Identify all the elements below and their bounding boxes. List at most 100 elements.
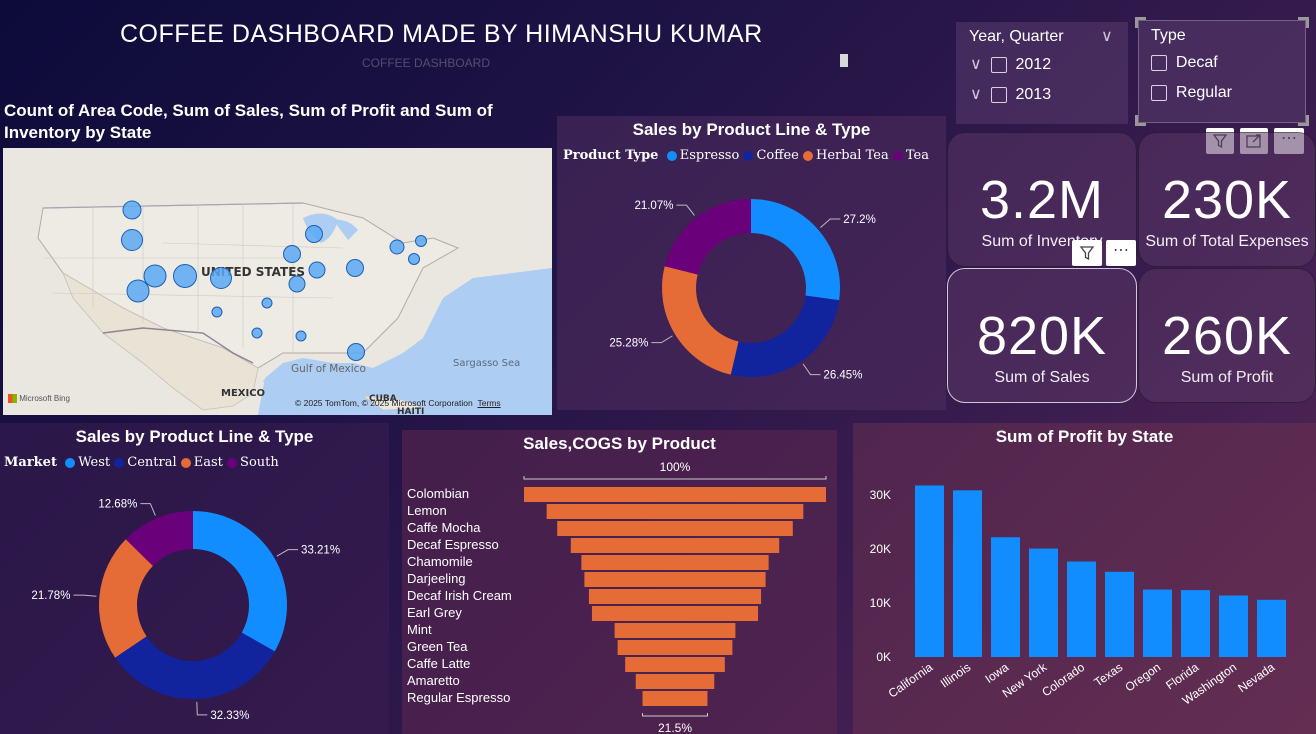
resize-handle[interactable] [1298,115,1309,126]
resize-handle[interactable] [1298,17,1309,28]
bar[interactable] [1029,548,1058,657]
map-bubble[interactable] [347,343,365,361]
map-bubble[interactable] [283,245,301,263]
funnel-bar[interactable] [557,521,793,536]
year-quarter-slicer[interactable]: Year, Quarter ∨ ∨ 2012 ∨ 2013 [956,22,1128,124]
kpi-card-sales[interactable]: 820K Sum of Sales [947,268,1137,403]
terms-link[interactable]: Terms [477,398,500,408]
kpi-label: Sum of Sales [994,369,1090,386]
bar[interactable] [1219,595,1248,657]
bar[interactable] [915,485,944,657]
leader-line [140,503,156,516]
donut-panel-market[interactable]: Sales by Product Line & Type Market West… [0,423,389,734]
kpi-value: 260K [1161,306,1293,366]
funnel-bar[interactable] [581,555,769,570]
data-label: 25.28% [609,338,648,350]
y-tick-label: 20K [870,542,891,556]
map-bubble[interactable] [126,279,150,303]
map-bubble[interactable] [173,264,197,288]
map-bubble[interactable] [308,261,326,279]
funnel-bottom-bracket [642,713,708,717]
bar[interactable] [1257,599,1286,657]
slicer-item-regular[interactable]: Regular [1151,84,1232,102]
funnel-bar[interactable] [588,589,762,604]
data-label: 33.21% [301,545,340,557]
checkbox[interactable] [1151,84,1167,101]
funnel-bar[interactable] [524,487,826,502]
map-bubble[interactable] [251,327,263,339]
funnel-bar[interactable] [642,691,708,706]
leader-line [651,335,673,344]
x-tick-label: Colorado [1039,660,1087,700]
funnel-bar[interactable] [584,572,766,587]
bar[interactable] [1105,571,1134,657]
bar[interactable] [991,537,1020,657]
donut-slice[interactable] [193,511,287,652]
page-subtitle: COFFEE DASHBOARD [362,56,491,70]
funnel-top-bracket [523,476,827,480]
data-label: 21.07% [634,200,673,212]
leader-line [276,549,299,557]
checkbox[interactable] [1151,54,1167,71]
funnel-bar[interactable] [625,657,725,672]
checkbox[interactable] [990,56,1007,73]
donut-slice[interactable] [664,199,751,275]
funnel-bar[interactable] [617,640,733,655]
donut-slice[interactable] [662,266,739,375]
x-tick-label: Texas [1092,660,1126,689]
scroll-thumb[interactable] [840,54,848,67]
map-bubble[interactable] [408,253,420,265]
map-bubble[interactable] [122,200,142,220]
kpi-label: Sum of Profit [1180,369,1274,386]
donut-slice[interactable] [730,295,840,377]
map-bubble[interactable] [295,330,307,342]
funnel-bar[interactable] [614,623,736,638]
kpi-card-profit[interactable]: 260K Sum of Profit [1138,268,1316,403]
map-bubble[interactable] [211,306,223,318]
expand-chevron-icon[interactable]: ∨ [970,86,982,103]
map-bubble[interactable] [210,267,232,289]
resize-handle[interactable] [1135,17,1146,28]
bar[interactable] [1181,590,1210,657]
chevron-down-icon[interactable]: ∨ [1101,26,1113,46]
kpi-card-total-expenses[interactable]: 230K Sum of Total Expenses [1138,132,1316,267]
map-visual[interactable]: UNITED STATES Gulf of Mexico MEXICO CUBA… [3,148,552,415]
donut-slice[interactable] [751,199,840,301]
filter-icon[interactable] [1072,240,1102,266]
more-options-icon[interactable]: ⋯ [1106,240,1136,266]
kpi-value: 820K [976,306,1108,366]
map-bubble[interactable] [143,264,167,288]
resize-handle[interactable] [1135,115,1146,126]
funnel-chart: 100% 21.5% [523,460,827,734]
slicer-item-decaf[interactable]: Decaf [1151,54,1218,72]
bar[interactable] [1143,589,1172,657]
donut-panel-product-type[interactable]: Sales by Product Line & Type Product Typ… [557,116,946,410]
funnel-top-label: 100% [660,460,691,474]
slicer-item-2013[interactable]: ∨ 2013 [970,84,1051,104]
donut-slice[interactable] [115,632,275,699]
slicer-option-label: Regular [1175,84,1232,101]
leader-line [196,701,208,716]
kpi-value: 230K [1161,170,1293,230]
slicer-option-label: 2013 [1015,86,1052,103]
checkbox[interactable] [990,86,1007,103]
map-bubble[interactable] [121,229,143,251]
expand-chevron-icon[interactable]: ∨ [970,56,982,73]
map-bubble[interactable] [346,259,364,277]
donut-chart-market: 33.21% 32.33% 21.78% 12.68% [31,499,340,722]
bar[interactable] [953,490,982,657]
funnel-bar[interactable] [591,606,759,621]
slicer-item-2012[interactable]: ∨ 2012 [970,54,1051,74]
type-slicer[interactable]: Type Decaf Regular [1135,17,1309,126]
funnel-bar[interactable] [570,538,780,553]
map-bubble[interactable] [389,239,405,255]
leader-line [676,204,695,216]
map-bubble[interactable] [415,235,427,247]
map-bubble[interactable] [305,225,323,243]
map-bubble[interactable] [261,297,273,309]
bar[interactable] [1067,561,1096,657]
funnel-bar[interactable] [635,674,715,689]
map-bubble[interactable] [288,275,306,293]
bing-label: Microsoft Bing [19,394,70,403]
funnel-bar[interactable] [546,504,804,519]
